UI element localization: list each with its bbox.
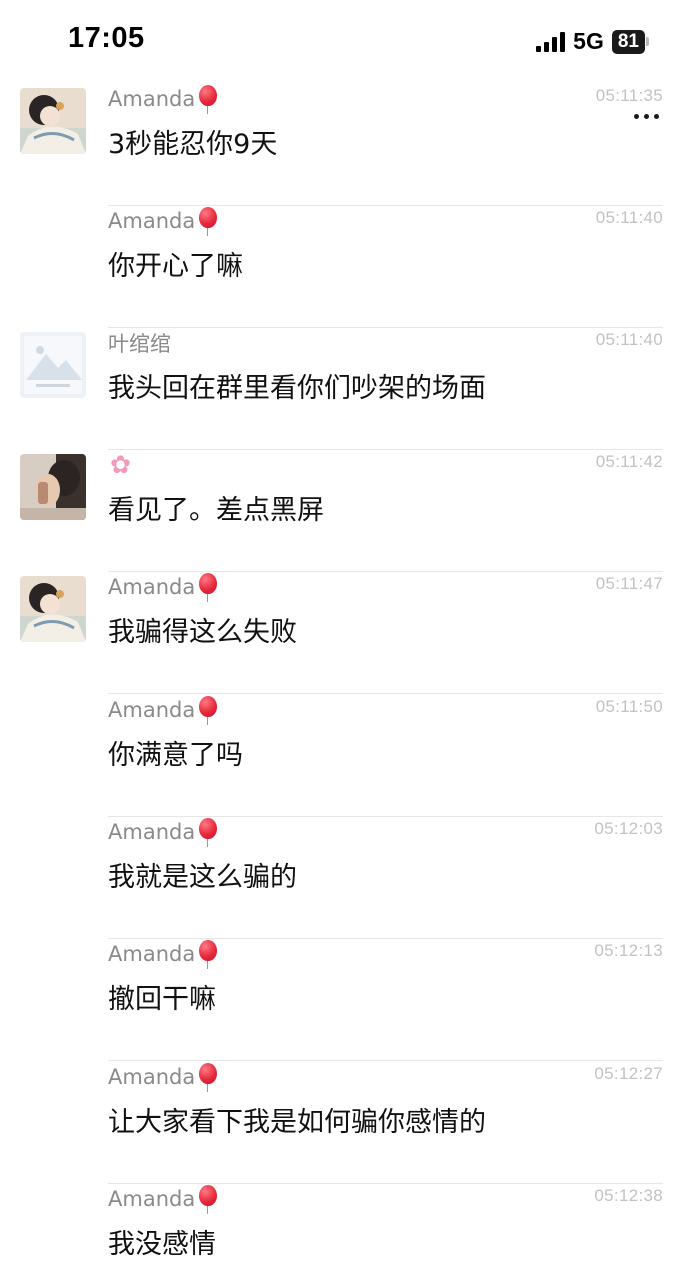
sender-name: Amanda	[108, 1062, 219, 1092]
message-item[interactable]: Amanda 05:12:38 我没感情	[0, 1184, 693, 1280]
message-item[interactable]: Amanda 05:12:03 我就是这么骗的	[0, 817, 693, 939]
message-text[interactable]: 撤回干嘛	[108, 977, 216, 1016]
message-time: 05:11:40	[595, 330, 663, 349]
message-time: 05:12:38	[594, 1186, 663, 1205]
balloon-icon	[197, 206, 219, 236]
message-text[interactable]: 我就是这么骗的	[108, 855, 297, 894]
balloon-icon	[197, 939, 219, 969]
sender-name: Amanda	[108, 206, 219, 236]
signal-icon	[536, 31, 566, 52]
sender-name: Amanda	[108, 695, 219, 725]
message-text[interactable]: 你开心了嘛	[108, 244, 243, 283]
sender-name: Amanda	[108, 84, 219, 114]
balloon-icon	[197, 572, 219, 602]
sender-name: Amanda	[108, 572, 219, 602]
message-time: 05:11:35	[595, 86, 663, 105]
message-text[interactable]: 看见了。差点黑屏	[108, 488, 324, 527]
balloon-icon	[197, 84, 219, 114]
message-item[interactable]: Amanda 05:12:27 让大家看下我是如何骗你感情的	[0, 1062, 693, 1184]
balloon-icon	[197, 1062, 219, 1092]
message-time: 05:11:47	[595, 574, 663, 593]
message-time: 05:11:50	[595, 697, 663, 716]
status-time: 17:05	[68, 22, 145, 54]
message-item[interactable]: 叶绾绾 05:11:40 我头回在群里看你们吵架的场面	[0, 328, 693, 450]
message-text[interactable]: 你满意了吗	[108, 733, 243, 772]
message-text[interactable]: 我头回在群里看你们吵架的场面	[108, 366, 486, 405]
message-text[interactable]: 我没感情	[108, 1222, 216, 1261]
sender-name: ✿	[108, 450, 140, 480]
message-time: 05:11:42	[595, 452, 663, 471]
message-item[interactable]: ✿ 05:11:42 看见了。差点黑屏	[0, 450, 693, 572]
message-item[interactable]: Amanda 05:11:35 3秒能忍你9天	[0, 84, 693, 206]
message-time: 05:12:13	[594, 941, 663, 960]
message-time: 05:12:27	[594, 1064, 663, 1083]
network-label: 5G	[573, 28, 604, 54]
message-item[interactable]: Amanda 05:12:13 撤回干嘛	[0, 939, 693, 1061]
sender-name: Amanda	[108, 1184, 219, 1214]
avatar[interactable]	[20, 576, 86, 642]
status-indicators: 5G 81	[536, 28, 649, 55]
message-item[interactable]: Amanda 05:11:50 你满意了吗	[0, 695, 693, 817]
avatar[interactable]	[20, 454, 86, 520]
balloon-icon	[197, 695, 219, 725]
sender-name: Amanda	[108, 817, 219, 847]
divider	[108, 693, 663, 694]
balloon-icon	[197, 1184, 219, 1214]
message-text[interactable]: 3秒能忍你9天	[108, 122, 277, 161]
battery-level: 81	[611, 29, 645, 54]
message-item[interactable]: Amanda 05:11:40 你开心了嘛	[0, 206, 693, 328]
message-item[interactable]: Amanda 05:11:47 我骗得这么失败	[0, 572, 693, 694]
avatar[interactable]	[20, 332, 86, 398]
flower-icon: ✿	[110, 450, 131, 479]
sender-name: Amanda	[108, 939, 219, 969]
status-bar: 17:05 5G 81	[0, 0, 693, 80]
balloon-icon	[197, 817, 219, 847]
message-time: 05:11:40	[595, 208, 663, 227]
message-time: 05:12:03	[594, 819, 663, 838]
sender-name: 叶绾绾	[108, 332, 171, 356]
message-text[interactable]: 我骗得这么失败	[108, 610, 297, 649]
message-text[interactable]: 让大家看下我是如何骗你感情的	[108, 1100, 486, 1139]
battery-icon: 81	[611, 29, 649, 54]
divider	[108, 1060, 663, 1061]
avatar[interactable]	[20, 88, 86, 154]
